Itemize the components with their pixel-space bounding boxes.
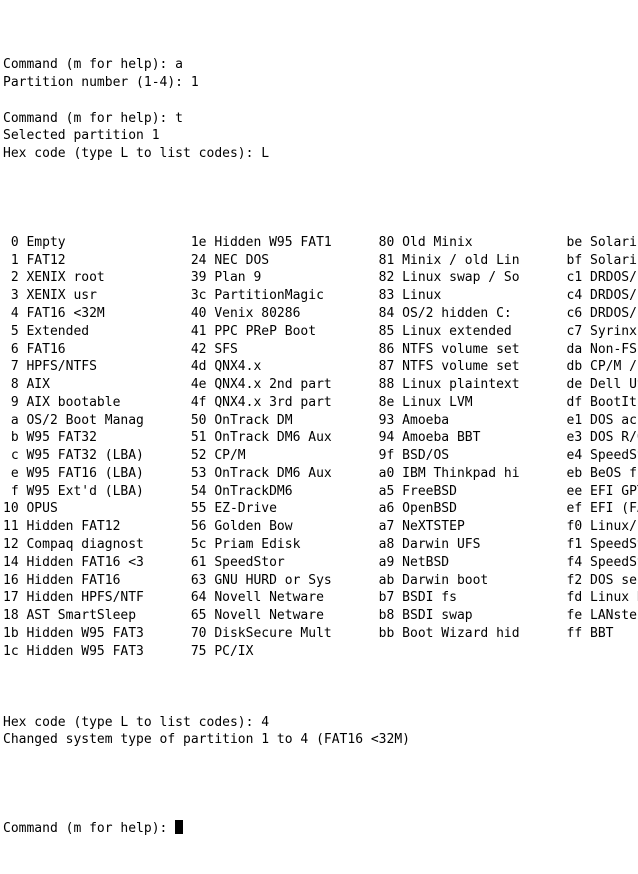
output-line: Selected partition 1 <box>3 128 160 144</box>
partition-type-row: 3 XENIX usr 3c PartitionMagic 83 Linux c… <box>3 288 638 304</box>
pre-command-output: Command (m for help): a Partition number … <box>3 56 638 180</box>
partition-type-row: 1 FAT12 24 NEC DOS 81 Minix / old Lin bf… <box>3 252 638 268</box>
output-line: Partition number (1-4): 1 <box>3 75 199 91</box>
command-prompt-line[interactable]: Command (m for help): <box>3 820 638 838</box>
post-command-output: Hex code (type L to list codes): 4 Change… <box>3 714 638 767</box>
partition-type-row: 1b Hidden W95 FAT3 70 DiskSecure Mult bb… <box>3 625 614 641</box>
partition-type-row: f W95 Ext'd (LBA) 54 OnTrackDM6 a5 FreeB… <box>3 483 638 499</box>
prompt-text: Command (m for help): <box>3 821 176 837</box>
partition-type-row: a OS/2 Boot Manag 50 OnTrack DM 93 Amoeb… <box>3 412 638 428</box>
output-line: Hex code (type L to list codes): L <box>3 146 270 162</box>
partition-type-row: 4 FAT16 <32M 40 Venix 80286 84 OS/2 hidd… <box>3 306 638 322</box>
partition-type-row: b W95 FAT32 51 OnTrack DM6 Aux 94 Amoeba… <box>3 430 638 446</box>
partition-type-row: 16 Hidden FAT16 63 GNU HURD or Sys ab Da… <box>3 572 638 588</box>
partition-type-row: 5 Extended 41 PPC PReP Boot 85 Linux ext… <box>3 323 637 339</box>
partition-type-row: 10 OPUS 55 EZ-Drive a6 OpenBSD ef EFI (F… <box>3 501 638 517</box>
partition-type-row: c W95 FAT32 (LBA) 52 CP/M 9f BSD/OS e4 S… <box>3 448 638 464</box>
partition-type-table: 0 Empty 1e Hidden W95 FAT1 80 Old Minix … <box>3 234 638 660</box>
output-line: Hex code (type L to list codes): 4 <box>3 714 270 730</box>
partition-type-row: 2 XENIX root 39 Plan 9 82 Linux swap / S… <box>3 270 638 286</box>
partition-type-row: 11 Hidden FAT12 56 Golden Bow a7 NeXTSTE… <box>3 519 638 535</box>
output-line: Command (m for help): t <box>3 110 184 126</box>
partition-type-row: 6 FAT16 42 SFS 86 NTFS volume set da Non… <box>3 341 638 357</box>
terminal-screen[interactable]: Command (m for help): a Partition number … <box>0 0 638 836</box>
partition-type-row: 9 AIX bootable 4f QNX4.x 3rd part 8e Lin… <box>3 394 637 410</box>
partition-type-row: 1c Hidden W95 FAT3 75 PC/IX <box>3 643 254 659</box>
partition-type-row: 18 AST SmartSleep 65 Novell Netware b8 B… <box>3 608 638 624</box>
output-line: Changed system type of partition 1 to 4 … <box>3 732 410 748</box>
output-line: Command (m for help): a <box>3 57 184 73</box>
partition-type-row: 8 AIX 4e QNX4.x 2nd part 88 Linux plaint… <box>3 377 638 393</box>
partition-type-row: 12 Compaq diagnost 5c Priam Edisk a8 Dar… <box>3 536 638 552</box>
partition-type-row: e W95 FAT16 (LBA) 53 OnTrack DM6 Aux a0 … <box>3 465 638 481</box>
partition-type-row: 14 Hidden FAT16 <3 61 SpeedStor a9 NetBS… <box>3 554 638 570</box>
text-cursor <box>175 820 184 835</box>
partition-type-row: 7 HPFS/NTFS 4d QNX4.x 87 NTFS volume set… <box>3 359 638 375</box>
partition-type-row: 17 Hidden HPFS/NTF 64 Novell Netware b7 … <box>3 590 638 606</box>
partition-type-row: 0 Empty 1e Hidden W95 FAT1 80 Old Minix … <box>3 234 638 250</box>
